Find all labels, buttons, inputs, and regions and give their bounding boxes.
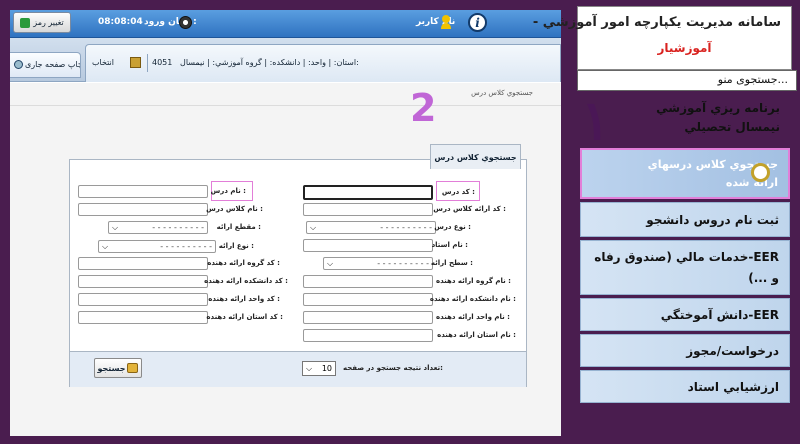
faculty-code-label: کد دانشکده ارائه دهنده : (204, 277, 288, 285)
sidebar-item-registration[interactable]: ثبت نام دروس دانشجو (580, 202, 790, 237)
course-name-label: نام درس : (210, 187, 246, 195)
chevron-down-icon: ⌵ (327, 258, 334, 268)
tab-bar: چاپ صفحه جاری انتخاب 4051 استان: | واحد:… (10, 38, 561, 82)
course-name-input[interactable] (78, 185, 208, 198)
top-bar: تغيير رمز 08:08:04 زمان ورود : نام کاربر… (10, 10, 561, 38)
course-type-value: - - - - - - - - - - (380, 223, 432, 232)
search-button[interactable]: جستجو (94, 358, 142, 378)
class-name-label: نام کلاس درس : (206, 205, 263, 213)
group-name-input[interactable] (303, 275, 433, 288)
context-tab: انتخاب 4051 استان: | واحد: | دانشکده: | … (85, 44, 561, 82)
panel-title-tab: جستجوي كلاس درس (430, 144, 521, 169)
page-size-label: تعداد نتيجه جستجو در صفحه: (343, 364, 443, 372)
offering-type-value: - - - - - - - - - - (160, 242, 212, 251)
chevron-down-icon: ⌵ (112, 222, 119, 232)
user-icon (441, 15, 451, 29)
print-icon (14, 60, 23, 69)
print-page-label: چاپ صفحه جاری (25, 60, 81, 69)
menu-search-input[interactable]: جستجوی منو... (577, 70, 797, 91)
group-code-input[interactable] (78, 257, 208, 270)
sidebar: سامانه مديريت يکپارچه امور آموزشي - آموز… (533, 0, 800, 444)
sidebar-item-term-planning[interactable]: برنامه ريزي آموزشي نيمسال تحصيلي (580, 91, 790, 145)
province-code-input[interactable] (78, 311, 208, 324)
sidebar-item-label: برنامه ريزي آموزشي نيمسال تحصيلي (656, 100, 780, 134)
offering-section-label: مقطع ارائه : (216, 223, 261, 231)
offered-class-code-input[interactable] (303, 203, 433, 216)
page-size-value: 10 (321, 364, 332, 373)
course-code-label: کد درس : (441, 188, 475, 196)
sidebar-item-label: ثبت نام دروس دانشجو (646, 212, 779, 227)
context-info: استان: | واحد: | دانشکده: | گروه آموزشي:… (180, 58, 359, 67)
page-size-select[interactable]: ⌵ 10 (302, 361, 336, 376)
offering-section-value: - - - - - - - - - - (152, 223, 204, 232)
sidebar-header: سامانه مديريت يکپارچه امور آموزشي - آموز… (533, 6, 792, 70)
chevron-down-icon: ⌵ (310, 222, 317, 232)
sidebar-item-financial-services[interactable]: EER-خدمات مالي (صندوق رفاه و ...) (580, 240, 790, 295)
login-time: 08:08:04 (98, 17, 143, 27)
class-name-input[interactable] (78, 203, 208, 216)
main-window: تغيير رمز 08:08:04 زمان ورود : نام کاربر… (10, 10, 561, 436)
teacher-name-label: نام استاد : (431, 241, 468, 249)
course-type-label: نوع درس : (434, 223, 471, 231)
clock-icon (179, 16, 192, 29)
offering-level-label: سطح ارائه : (430, 259, 473, 267)
breadcrumb: جستجوي کلاس درس (471, 89, 533, 97)
sidebar-item-graduation[interactable]: EER-دانش آموختگي (580, 298, 790, 331)
chevron-down-icon: ⌵ (306, 363, 313, 373)
divider (10, 105, 561, 106)
offering-level-value: - - - - - - - - - - (377, 259, 429, 268)
faculty-name-input[interactable] (303, 293, 433, 306)
unit-code-input[interactable] (78, 293, 208, 306)
sidebar-item-label: ارزشيابي استاد (687, 379, 779, 394)
key-icon (20, 17, 31, 28)
sidebar-item-label: EER-خدمات مالي (صندوق رفاه و ...) (594, 250, 779, 285)
offered-class-code-label: کد ارائه کلاس درس : (433, 205, 506, 213)
system-title: سامانه مديريت يکپارچه امور آموزشي - (532, 15, 781, 30)
unit-code-label: کد واحد ارائه دهنده : (208, 295, 280, 303)
sidebar-item-request-permit[interactable]: درخواست/مجوز (580, 334, 790, 367)
province-name-input[interactable] (303, 329, 433, 342)
panel-footer: جستجو ⌵ 10 تعداد نتيجه جستجو در صفحه: (70, 351, 526, 387)
term-value: 4051 (152, 58, 173, 67)
select-icon (130, 57, 141, 68)
select-button[interactable]: انتخاب (92, 58, 114, 67)
teacher-name-input[interactable] (303, 239, 433, 252)
unit-name-label: نام واحد ارائه دهنده : (436, 313, 510, 321)
offering-type-label: نوع ارائه : (218, 242, 254, 250)
offering-type-select[interactable]: ⌵ - - - - - - - - - - (98, 240, 216, 253)
offering-section-select[interactable]: ⌵ - - - - - - - - - - (108, 221, 208, 234)
chevron-down-icon: ⌵ (102, 241, 109, 251)
group-code-label: کد گروه ارائه دهنده : (207, 259, 280, 267)
province-name-label: نام استان ارائه دهنده : (437, 331, 516, 339)
divider (147, 54, 148, 72)
sidebar-item-label: EER-دانش آموختگي (660, 307, 779, 322)
system-subtitle: آموزشيار (657, 41, 712, 55)
group-name-label: نام گروه ارائه دهنده : (435, 277, 511, 285)
search-button-label: جستجو (97, 363, 126, 373)
offering-level-select[interactable]: ⌵ - - - - - - - - - - (323, 257, 433, 270)
info-icon[interactable]: i (468, 13, 487, 32)
faculty-name-label: نام دانشکده ارائه دهنده : (429, 295, 516, 303)
folder-search-icon (127, 363, 139, 373)
province-code-label: کد استان ارائه دهنده : (206, 313, 283, 321)
change-password-label: تغيير رمز (33, 18, 64, 27)
change-password-button[interactable]: تغيير رمز (13, 12, 71, 33)
unit-name-input[interactable] (303, 311, 433, 324)
faculty-code-input[interactable] (78, 275, 208, 288)
sidebar-item-teacher-evaluation[interactable]: ارزشيابي استاد (580, 370, 790, 403)
print-page-button[interactable]: چاپ صفحه جاری (10, 52, 81, 78)
sidebar-item-label: درخواست/مجوز (686, 343, 779, 358)
search-icon (751, 163, 770, 182)
course-type-select[interactable]: ⌵ - - - - - - - - - - (306, 221, 436, 234)
annotation-number-2: 2 (410, 86, 437, 130)
search-panel: کد درس : کد ارائه کلاس درس : ⌵ - - - - - … (69, 159, 527, 387)
course-code-input[interactable] (303, 185, 433, 200)
